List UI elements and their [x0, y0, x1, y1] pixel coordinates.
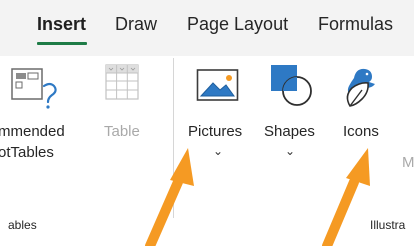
annotation-arrows — [145, 148, 370, 246]
arrow-to-pictures-icon — [145, 148, 194, 246]
arrow-to-icons-icon — [322, 148, 370, 246]
